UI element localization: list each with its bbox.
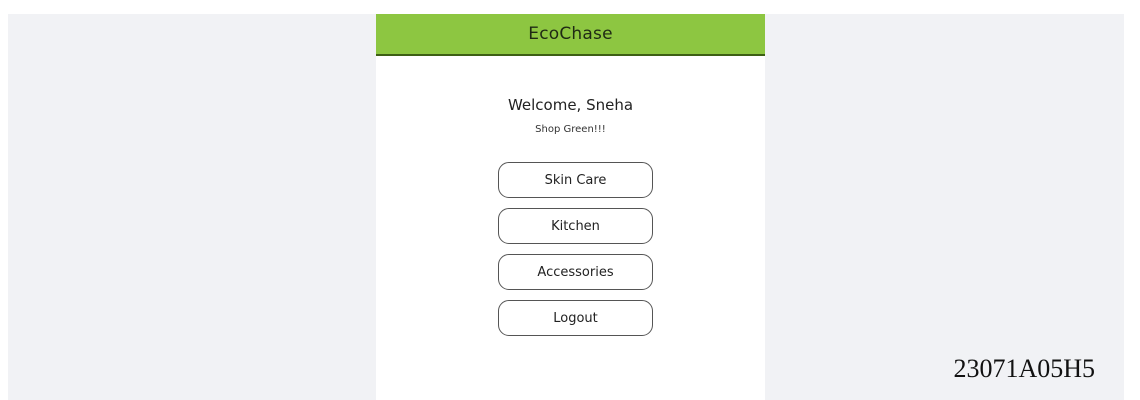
app-title: EcoChase [528,24,613,44]
welcome-message: Welcome, Sneha [507,96,634,114]
category-menu: Skin Care Kitchen Accessories Logout [498,162,653,336]
app-header: EcoChase [376,14,765,56]
app-card: EcoChase Welcome, Sneha Shop Green!!! Sk… [376,14,765,400]
logout-button[interactable]: Logout [498,300,653,336]
accessories-button[interactable]: Accessories [498,254,653,290]
skin-care-button[interactable]: Skin Care [498,162,653,198]
student-id-label: 23071A05H5 [953,354,1095,383]
kitchen-button[interactable]: Kitchen [498,208,653,244]
tagline: Shop Green!!! [535,124,606,135]
